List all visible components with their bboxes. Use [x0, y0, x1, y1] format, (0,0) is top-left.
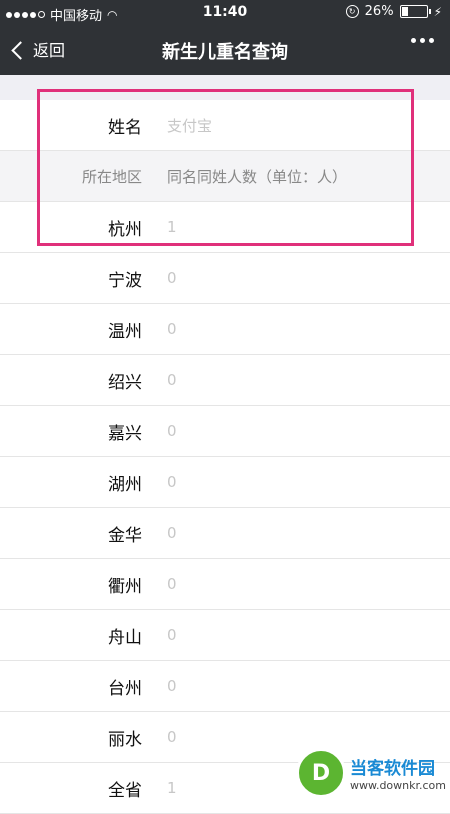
region-cell: 温州: [108, 321, 142, 342]
region-cell: 杭州: [108, 219, 142, 240]
page-title: 新生儿重名查询: [162, 42, 288, 63]
region-cell: 舟山: [108, 627, 142, 648]
watermark-name: 当客软件园: [349, 759, 435, 779]
region-cell: 衢州: [108, 576, 142, 597]
region-cell: 丽水: [108, 729, 142, 750]
count-cell: 0: [167, 422, 177, 440]
region-cell: 全省: [108, 780, 142, 801]
count-cell: 0: [167, 728, 177, 746]
table-row: 湖州 0: [0, 457, 450, 508]
battery-percent: 26%: [364, 4, 394, 19]
count-cell: 0: [167, 269, 177, 287]
count-cell: 1: [167, 218, 177, 236]
table-row: 舟山 0: [0, 610, 450, 661]
count-cell: 0: [167, 626, 177, 644]
table-row: 金华 0: [0, 508, 450, 559]
region-cell: 湖州: [108, 474, 142, 495]
spacer: [0, 75, 450, 100]
status-bar: 中国移动 ◠ 11:40 ↻ 26% ⚡: [0, 0, 450, 25]
count-cell: 0: [167, 473, 177, 491]
result-table: 姓名 支付宝 所在地区 同名同姓人数（单位：人） 杭州 1 宁波 0 温州 0 …: [0, 100, 450, 814]
table-row: 杭州 1: [0, 202, 450, 253]
table-row: 台州 0: [0, 661, 450, 712]
name-row: 姓名 支付宝: [0, 100, 450, 151]
region-cell: 绍兴: [108, 372, 142, 393]
region-column-header: 所在地区: [81, 167, 142, 186]
table-row: 温州 0: [0, 304, 450, 355]
count-cell: 0: [167, 575, 177, 593]
name-value: 支付宝: [167, 116, 213, 135]
region-cell: 台州: [108, 678, 142, 699]
count-cell: 0: [167, 320, 177, 338]
count-cell: 1: [167, 779, 177, 797]
table-row: 嘉兴 0: [0, 406, 450, 457]
region-cell: 金华: [108, 525, 142, 546]
watermark-logo: D: [295, 748, 346, 798]
charging-icon: ⚡: [433, 4, 442, 19]
table-header: 所在地区 同名同姓人数（单位：人）: [0, 151, 450, 202]
count-cell: 0: [167, 524, 177, 542]
watermark-url: www.downkr.com: [349, 779, 446, 792]
more-options-icon[interactable]: [411, 38, 434, 43]
count-cell: 0: [167, 677, 177, 695]
nav-bar: 返回 新生儿重名查询: [0, 25, 450, 75]
name-label: 姓名: [108, 117, 142, 138]
top-bar: 中国移动 ◠ 11:40 ↻ 26% ⚡ 返回 新生儿重名查询: [0, 0, 450, 75]
rotation-lock-icon: ↻: [345, 5, 359, 18]
table-row: 绍兴 0: [0, 355, 450, 406]
count-cell: 0: [167, 371, 177, 389]
region-cell: 宁波: [108, 270, 142, 291]
watermark: D 当客软件园 www.downkr.com: [295, 748, 446, 798]
table-row: 衢州 0: [0, 559, 450, 610]
table-row: 宁波 0: [0, 253, 450, 304]
region-cell: 嘉兴: [108, 423, 142, 444]
battery-icon: [399, 5, 431, 18]
count-column-header: 同名同姓人数（单位：人）: [167, 167, 348, 186]
